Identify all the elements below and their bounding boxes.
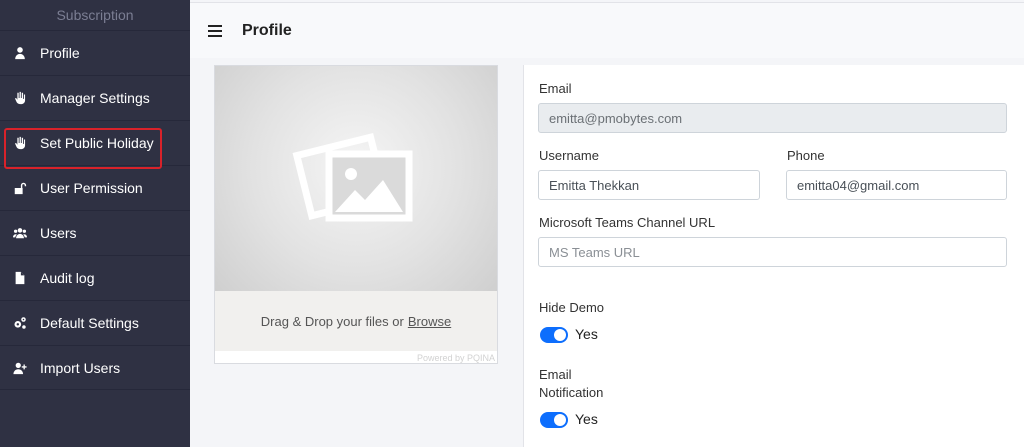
sidebar-item-label: Manager Settings [40, 90, 150, 106]
page-title: Profile [242, 21, 292, 39]
sidebar-item-user-permission[interactable]: User Permission [0, 165, 190, 210]
user-icon [12, 45, 28, 61]
sidebar-item-label: Profile [40, 45, 80, 61]
sidebar-item-users[interactable]: Users [0, 210, 190, 255]
email-notification-label-line2: Notification [539, 385, 604, 400]
teams-url-label: Microsoft Teams Channel URL [539, 215, 716, 230]
image-placeholder [215, 66, 497, 291]
email-notification-toggle[interactable] [540, 412, 568, 428]
powered-by: Powered by PQINA [416, 353, 495, 363]
sidebar-item-import-users[interactable]: Import Users [0, 345, 190, 390]
email-label: Email [539, 81, 572, 96]
drop-zone[interactable]: Drag & Drop your files or Browse [215, 291, 497, 351]
hand-icon [12, 135, 28, 151]
username-label: Username [539, 148, 599, 163]
teams-url-field[interactable]: MS Teams URL [538, 237, 1007, 267]
topbar: Profile [190, 2, 1024, 58]
email-notification-label-line1: Email [539, 367, 572, 382]
sidebar-item-audit-log[interactable]: Audit log [0, 255, 190, 300]
sidebar-item-label: Users [40, 225, 77, 241]
email-field: emitta@pmobytes.com [538, 103, 1007, 133]
file-icon [12, 270, 28, 286]
username-value: Emitta Thekkan [549, 177, 640, 193]
app: Subscription Profile Manager Settings Se… [0, 0, 1024, 447]
sidebar-item-default-settings[interactable]: Default Settings [0, 300, 190, 345]
avatar-upload[interactable]: Drag & Drop your files or Browse Powered… [214, 65, 498, 364]
images-icon [292, 132, 413, 221]
profile-form: Email emitta@pmobytes.com Username Emitt… [523, 65, 1024, 447]
sidebar-item-label: User Permission [40, 180, 143, 196]
sidebar: Subscription Profile Manager Settings Se… [0, 0, 190, 447]
sidebar-item-label: Default Settings [40, 315, 139, 331]
sidebar-item-manager-settings[interactable]: Manager Settings [0, 75, 190, 120]
phone-value: emitta04@gmail.com [797, 177, 920, 193]
sidebar-item-label: Import Users [40, 359, 121, 376]
sidebar-item-profile[interactable]: Profile [0, 30, 190, 75]
email-notification-value: Yes [575, 411, 598, 427]
hide-demo-toggle[interactable] [540, 327, 568, 343]
email-value: emitta@pmobytes.com [549, 110, 683, 126]
user-plus-icon [12, 360, 28, 376]
phone-label: Phone [787, 148, 825, 163]
unlock-icon [12, 180, 28, 196]
gears-icon [12, 315, 28, 331]
hide-demo-label: Hide Demo [539, 300, 605, 315]
username-field[interactable]: Emitta Thekkan [538, 170, 760, 200]
sidebar-item-label: Set Public Holiday [40, 135, 154, 151]
drop-text: Drag & Drop your files or [260, 313, 404, 329]
menu-icon[interactable] [208, 24, 222, 37]
phone-field[interactable]: emitta04@gmail.com [786, 170, 1007, 200]
sidebar-item-label: Audit log [40, 270, 95, 286]
browse-link[interactable]: Browse [408, 314, 451, 329]
teams-url-placeholder: MS Teams URL [549, 244, 640, 260]
sidebar-item-set-public-holiday[interactable]: Set Public Holiday [0, 120, 190, 165]
users-icon [12, 225, 28, 241]
hand-icon [12, 90, 28, 106]
hide-demo-value: Yes [575, 326, 598, 342]
sidebar-header: Subscription [56, 7, 134, 23]
